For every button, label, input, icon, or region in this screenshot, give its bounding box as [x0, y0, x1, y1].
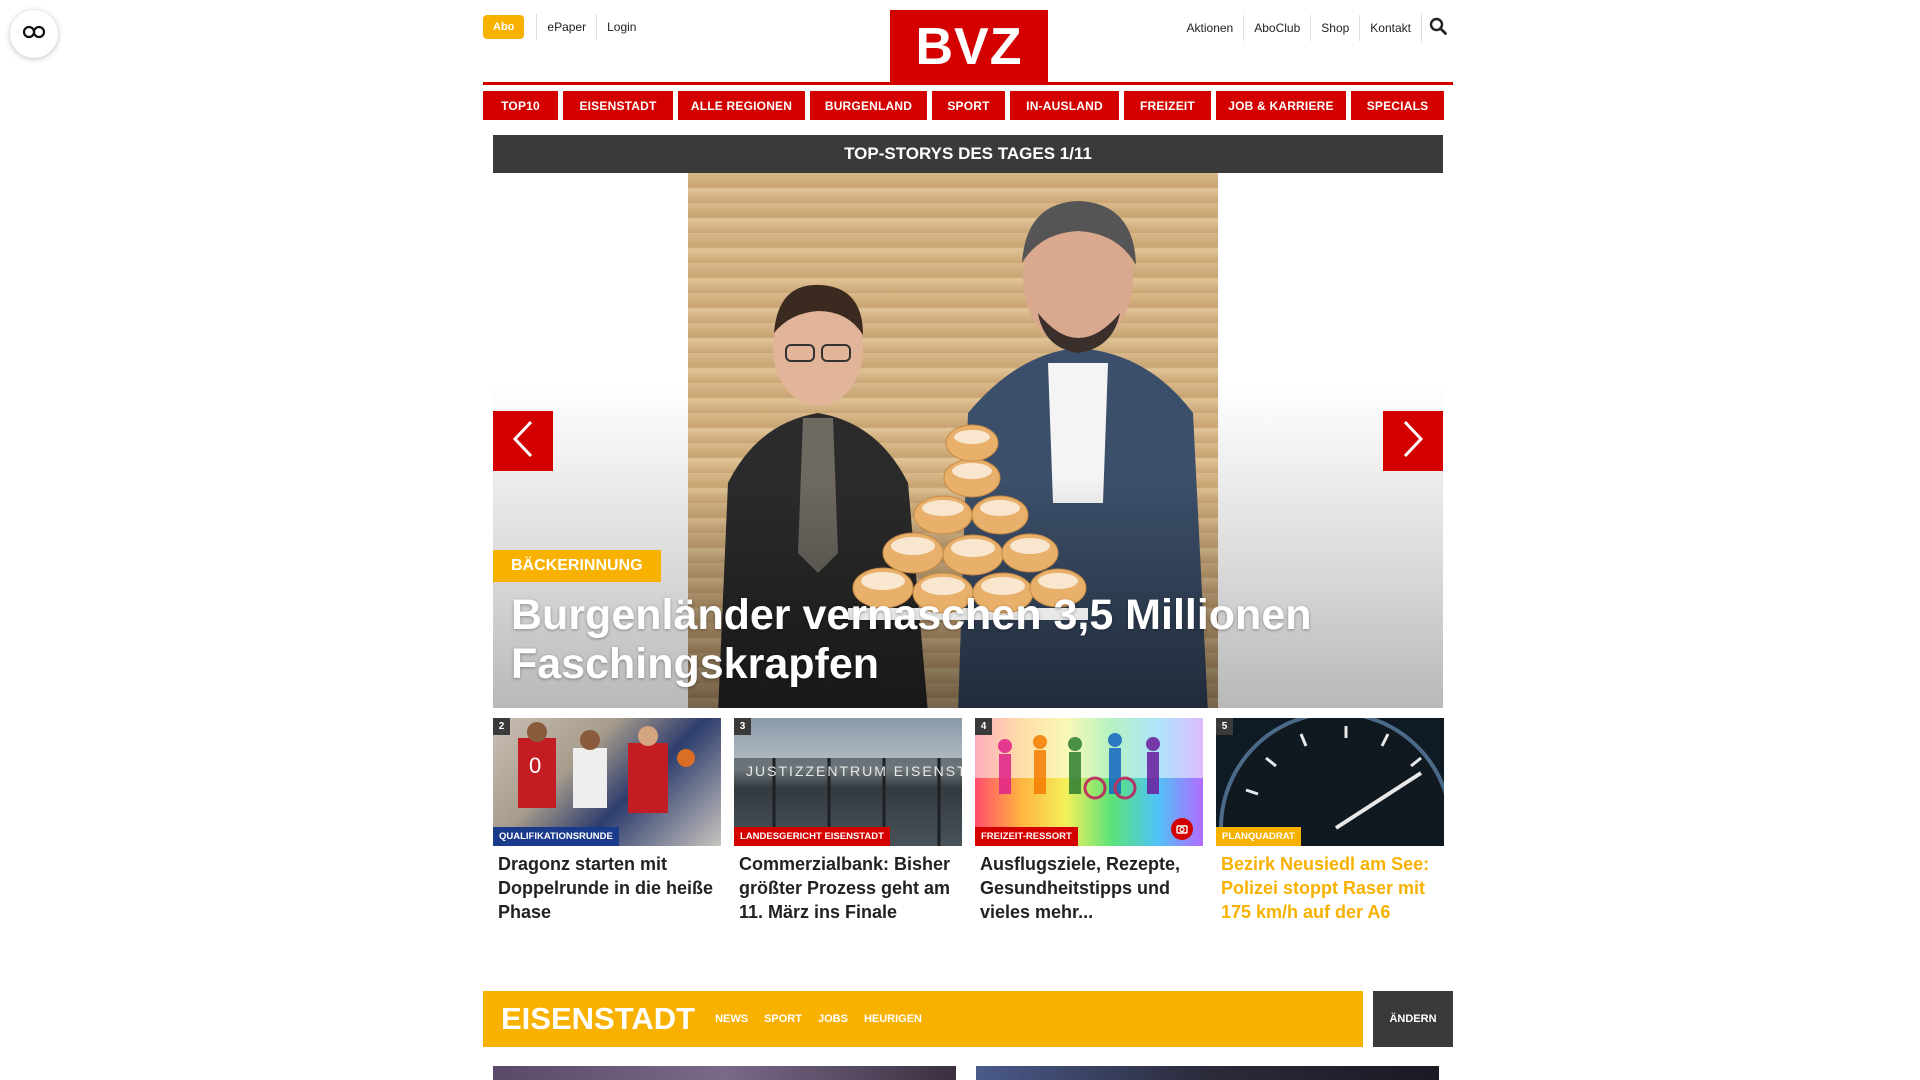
- nav-item-sport[interactable]: SPORT: [932, 91, 1005, 120]
- nav-item-specials[interactable]: SPECIALS: [1351, 91, 1444, 120]
- teaser-number: 5: [1216, 718, 1233, 735]
- nav-item-freizeit[interactable]: FREIZEIT: [1124, 91, 1211, 120]
- top-stories-header: TOP-STORYS DES TAGES 1/11: [493, 135, 1443, 173]
- nav-item-eisenstadt[interactable]: EISENSTADT: [563, 91, 673, 120]
- svg-text:JUSTIZZENTRUM EISENSTADT: JUSTIZZENTRUM EISENSTADT: [746, 763, 962, 779]
- teaser-headline[interactable]: Bezirk Neusiedl am See: Polizei stoppt R…: [1216, 852, 1444, 924]
- region-title[interactable]: EISENSTADT: [501, 1001, 695, 1037]
- nav-item-in-ausland[interactable]: IN-AUSLAND: [1010, 91, 1119, 120]
- top-left-links: Abo ePaper Login: [483, 14, 646, 40]
- teaser-number: 2: [493, 718, 510, 735]
- search-button[interactable]: [1421, 14, 1453, 42]
- nav-item-job-karriere[interactable]: JOB & KARRIERE: [1216, 91, 1346, 120]
- kontakt-link[interactable]: Kontakt: [1359, 15, 1421, 41]
- teaser-card[interactable]: 5 PLANQUADRAT Bezirk Neusiedl am See: Po…: [1216, 718, 1444, 924]
- hero-headline[interactable]: Burgenländer vernaschen 3,5 Millionen Fa…: [511, 591, 1411, 689]
- aboclub-link[interactable]: AboClub: [1243, 15, 1310, 41]
- teaser-row: 0 2 QUALIFIKATIONSRUNDE Dragonz starten …: [493, 718, 1444, 924]
- teaser-category-tag[interactable]: LANDESGERICHT EISENSTADT: [734, 827, 890, 846]
- teaser-category-tag[interactable]: FREIZEIT-RESSORT: [975, 827, 1078, 846]
- nav-item-burgenland[interactable]: BURGENLAND: [810, 91, 927, 120]
- aktionen-link[interactable]: Aktionen: [1177, 15, 1244, 41]
- bvz-logo[interactable]: BVZ: [890, 10, 1048, 84]
- page-container: Abo ePaper Login BVZ Aktionen AboClub Sh…: [483, 0, 1453, 1080]
- camera-icon: [1171, 818, 1193, 840]
- header-divider: [483, 82, 1453, 85]
- region-article-image[interactable]: [976, 1066, 1439, 1080]
- teaser-number: 3: [734, 718, 751, 735]
- teaser-image: 5 PLANQUADRAT: [1216, 718, 1444, 846]
- hero-slide[interactable]: BÄCKERINNUNG Burgenländer vernaschen 3,5…: [493, 173, 1443, 708]
- nav-item-top10[interactable]: TOP10: [483, 91, 558, 120]
- region-article-image[interactable]: [493, 1066, 956, 1080]
- epaper-link[interactable]: ePaper: [536, 14, 596, 40]
- top-bar: Abo ePaper Login BVZ Aktionen AboClub Sh…: [483, 0, 1453, 85]
- teaser-image: 0 2 QUALIFIKATIONSRUNDE: [493, 718, 721, 846]
- region-link-news[interactable]: NEWS: [715, 1013, 748, 1025]
- top-right-links: Aktionen AboClub Shop Kontakt: [1177, 14, 1453, 42]
- teaser-headline[interactable]: Dragonz starten mit Doppelrunde in die h…: [493, 852, 721, 924]
- teaser-image: 4 FREIZEIT-RESSORT: [975, 718, 1203, 846]
- teaser-card[interactable]: 0 2 QUALIFIKATIONSRUNDE Dragonz starten …: [493, 718, 721, 924]
- hero-next-button[interactable]: [1383, 411, 1443, 471]
- reader-toggle-button[interactable]: [10, 10, 58, 58]
- region-link-jobs[interactable]: JOBS: [818, 1013, 848, 1025]
- glasses-icon: [22, 25, 46, 44]
- abo-button[interactable]: Abo: [483, 15, 525, 39]
- teaser-card[interactable]: 4 FREIZEIT-RESSORT Ausflugsziele, Rezept…: [975, 718, 1203, 924]
- shop-link[interactable]: Shop: [1310, 15, 1359, 41]
- teaser-number: 4: [975, 718, 992, 735]
- hero-category-tag[interactable]: BÄCKERINNUNG: [493, 550, 661, 582]
- teaser-image: JUSTIZZENTRUM EISENSTADT 3 LANDESGERICHT…: [734, 718, 962, 846]
- region-link-sport[interactable]: SPORT: [764, 1013, 802, 1025]
- teaser-headline[interactable]: Ausflugsziele, Rezepte, Gesundheitstipps…: [975, 852, 1203, 924]
- teaser-card[interactable]: JUSTIZZENTRUM EISENSTADT 3 LANDESGERICHT…: [734, 718, 962, 924]
- teaser-category-tag[interactable]: PLANQUADRAT: [1216, 827, 1301, 846]
- region-link-heurigen[interactable]: HEURIGEN: [864, 1013, 922, 1025]
- hero-prev-button[interactable]: [493, 411, 553, 471]
- region-bar: EISENSTADT NEWS SPORT JOBS HEURIGEN: [483, 991, 1363, 1047]
- search-icon: [1429, 17, 1447, 40]
- nav-item-alle-regionen[interactable]: ALLE REGIONEN: [678, 91, 805, 120]
- svg-text:0: 0: [529, 753, 541, 778]
- login-link[interactable]: Login: [596, 14, 646, 40]
- teaser-category-tag[interactable]: QUALIFIKATIONSRUNDE: [493, 827, 619, 846]
- chevron-right-icon: [1401, 419, 1425, 464]
- chevron-left-icon: [511, 419, 535, 464]
- teaser-headline[interactable]: Commerzialbank: Bisher größter Prozess g…: [734, 852, 962, 924]
- main-nav: TOP10 EISENSTADT ALLE REGIONEN BURGENLAN…: [483, 91, 1453, 120]
- region-change-button[interactable]: ÄNDERN: [1373, 991, 1453, 1047]
